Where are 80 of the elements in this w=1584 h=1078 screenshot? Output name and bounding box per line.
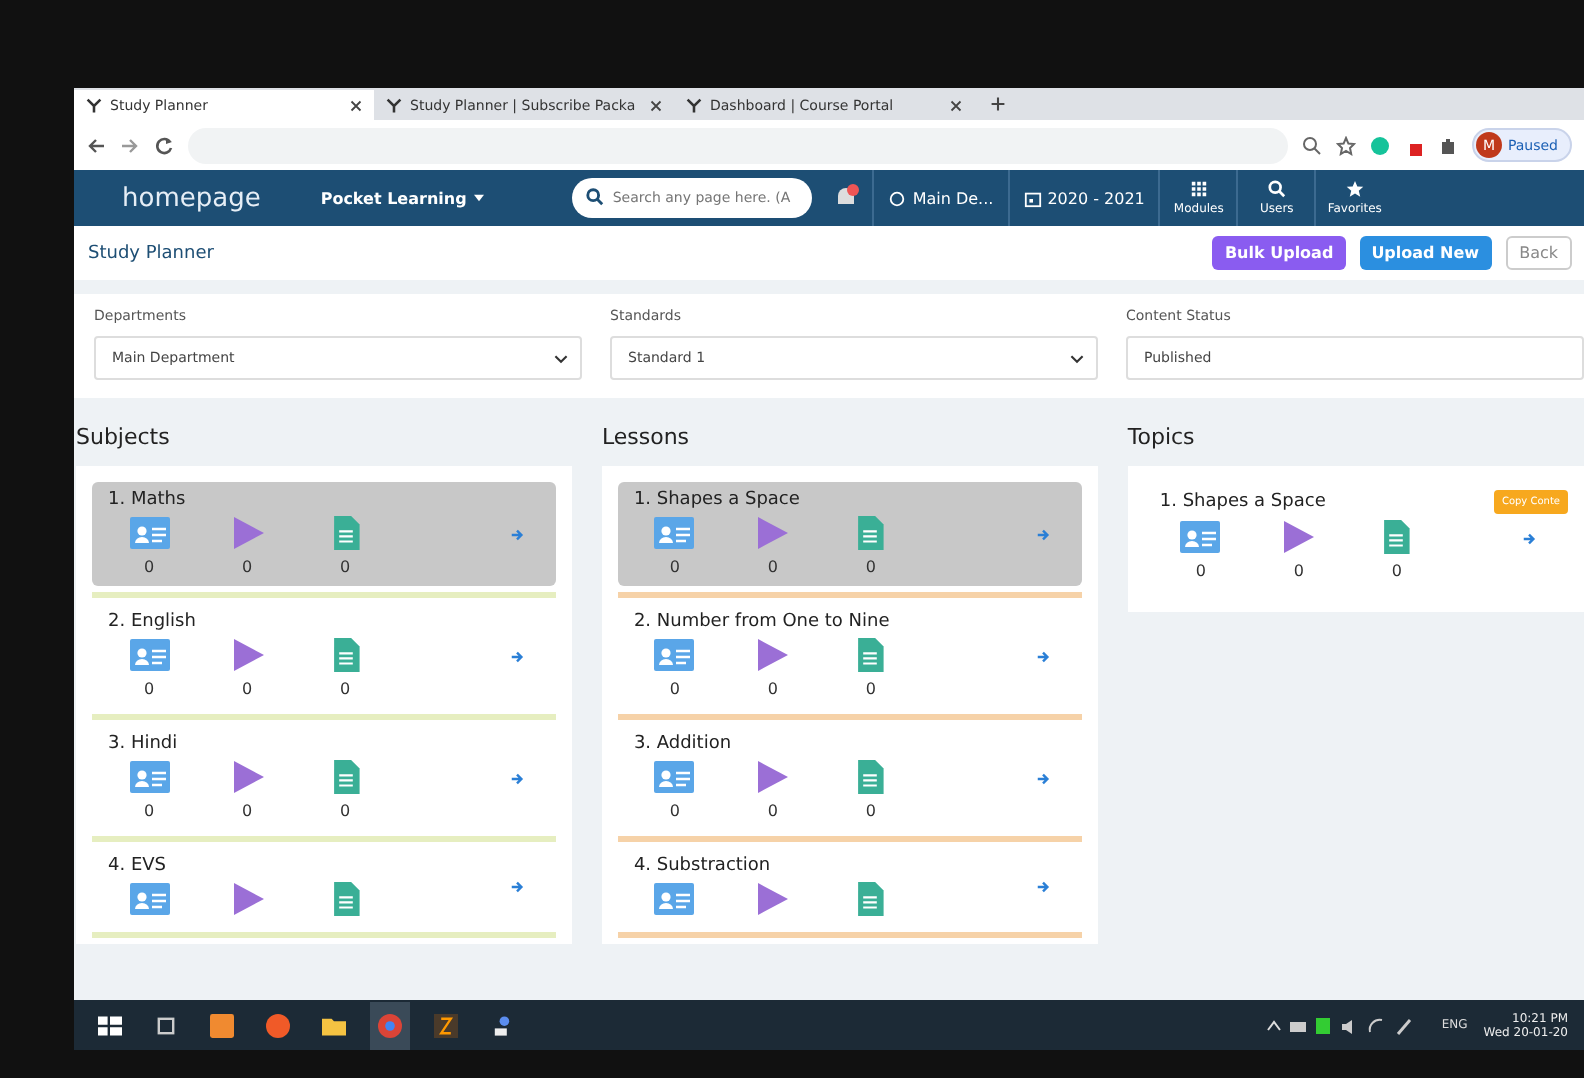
contact-card-icon: [654, 516, 695, 550]
count: 0: [669, 558, 680, 576]
count: 0: [241, 558, 253, 576]
chevron-icon: [554, 353, 568, 363]
contact-card-icon: [129, 882, 169, 916]
play-icon: [1278, 520, 1319, 554]
count: 0: [865, 680, 876, 698]
search-icon: [1267, 180, 1286, 198]
list-item[interactable]: 4. EVS: [92, 848, 556, 926]
forward-arrow-icon[interactable]: [120, 135, 140, 155]
contact-card-icon: [654, 638, 695, 672]
upload-button[interactable]: Bulk Upload: [1212, 236, 1346, 270]
close-icon[interactable]: [650, 99, 662, 111]
reload-icon[interactable]: [154, 135, 174, 155]
count: 0: [767, 802, 778, 820]
menu-dropdown[interactable]: Pocket Learning: [320, 189, 467, 207]
contact-card-icon: [1180, 520, 1221, 554]
play-icon: [752, 638, 793, 672]
count: 0: [143, 558, 155, 576]
chevron-icon: [1070, 353, 1084, 363]
star-icon: [1345, 180, 1364, 198]
count: 0: [241, 802, 253, 820]
caret-icon: [474, 194, 485, 202]
list-item[interactable]: 3. Addition 0 0 0: [617, 726, 1082, 830]
grid-icon: [1189, 180, 1208, 198]
play-icon: [752, 882, 793, 916]
back-arrow-icon[interactable]: [86, 135, 106, 155]
search-icon: [586, 188, 605, 206]
arrow-right-icon[interactable]: [509, 880, 524, 894]
count: 0: [339, 680, 351, 698]
column-heading: Topics: [1127, 424, 1197, 450]
contact-card-icon: [654, 882, 695, 916]
count: 0: [865, 802, 876, 820]
fork-icon: [86, 97, 102, 113]
contact-card-icon: [654, 760, 695, 794]
count: 0: [865, 558, 876, 576]
target-icon: [888, 189, 907, 207]
count: 0: [1195, 562, 1206, 580]
contact-card-icon: [129, 760, 169, 794]
list-item[interactable]: 2. English 0 0 0: [92, 604, 556, 708]
list-item[interactable]: 1. Shapes a Space 0 0 0: [617, 482, 1082, 586]
star-icon[interactable]: [1335, 135, 1356, 155]
broken-logo-image[interactable]: homepage: [122, 183, 261, 213]
back-button[interactable]: Back: [1505, 236, 1572, 270]
column-heading: Subjects: [76, 424, 172, 450]
count: 0: [143, 680, 155, 698]
count: 0: [1293, 562, 1304, 580]
fork-icon: [386, 97, 402, 113]
arrow-right-icon[interactable]: [1035, 649, 1050, 663]
count: 0: [767, 680, 778, 698]
browser-icon[interactable]: [370, 1001, 410, 1049]
list-item[interactable]: 3. Hindi 0 0 0: [92, 726, 556, 830]
arrow-right-icon[interactable]: [509, 771, 524, 785]
count: 0: [339, 558, 351, 576]
calendar-icon: [1023, 189, 1042, 207]
contact-card-icon: [129, 638, 169, 672]
close-icon[interactable]: [950, 99, 962, 111]
column-heading: Lessons: [601, 424, 692, 450]
contact-card-icon: [129, 516, 169, 550]
play-icon: [752, 516, 793, 550]
page-title: Study Planner: [88, 243, 214, 263]
fork-icon: [686, 97, 702, 113]
count: 0: [669, 680, 680, 698]
count: 0: [1391, 562, 1402, 580]
new-tab-icon[interactable]: [990, 96, 1006, 112]
list-item[interactable]: 1. Maths 0 0 0: [92, 482, 556, 586]
arrow-right-icon[interactable]: [1521, 531, 1536, 545]
count: 0: [143, 802, 155, 820]
arrow-right-icon[interactable]: [509, 649, 524, 663]
arrow-right-icon[interactable]: [1035, 771, 1050, 785]
arrow-right-icon[interactable]: [1035, 880, 1050, 894]
count: 0: [669, 802, 680, 820]
count: 0: [339, 802, 351, 820]
zoom-icon[interactable]: [1301, 135, 1322, 155]
list-item[interactable]: 2. Number from One to Nine 0 0 0: [617, 604, 1082, 708]
close-icon[interactable]: [350, 99, 362, 111]
count: 0: [241, 680, 253, 698]
list-item[interactable]: 4. Substraction: [617, 848, 1082, 926]
play-icon: [752, 760, 793, 794]
count: 0: [767, 558, 778, 576]
